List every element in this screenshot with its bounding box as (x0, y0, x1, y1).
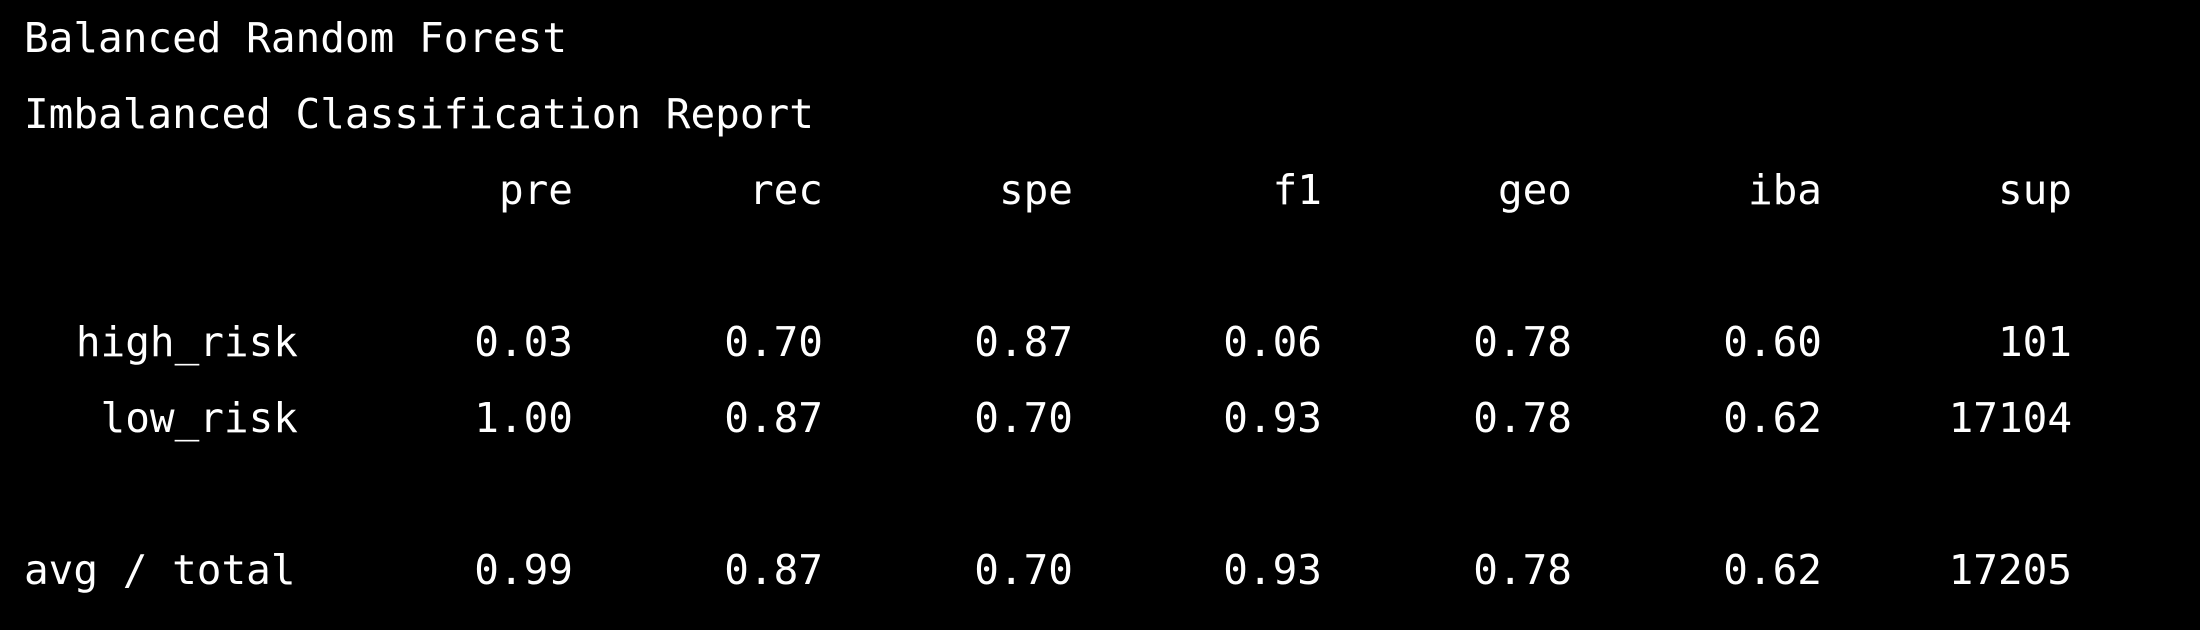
value-sup: 101 (1997, 318, 2072, 366)
row-label: low_risk (100, 394, 298, 442)
value-rec: 0.87 (724, 394, 823, 442)
value-pre: 0.99 (474, 546, 573, 594)
header-spe: spe (998, 166, 1073, 214)
report-row-total: avg / total 0.99 0.87 0.70 0.93 0.78 0.6… (0, 532, 2200, 608)
value-iba: 0.60 (1723, 318, 1822, 366)
model-title: Balanced Random Forest (24, 14, 568, 62)
value-rec: 0.87 (724, 546, 823, 594)
row-label: avg / total (24, 546, 296, 594)
value-spe: 0.70 (974, 546, 1073, 594)
value-iba: 0.62 (1723, 394, 1822, 442)
header-iba: iba (1747, 166, 1822, 214)
header-sup: sup (1997, 166, 2072, 214)
value-geo: 0.78 (1473, 546, 1572, 594)
value-rec: 0.70 (724, 318, 823, 366)
header-f1: f1 (1272, 166, 1322, 214)
value-f1: 0.93 (1223, 546, 1322, 594)
header-geo: geo (1497, 166, 1572, 214)
value-pre: 1.00 (474, 394, 573, 442)
value-spe: 0.87 (974, 318, 1073, 366)
terminal-output: Balanced Random Forest Imbalanced Classi… (0, 0, 2200, 630)
value-pre: 0.03 (474, 318, 573, 366)
value-geo: 0.78 (1473, 318, 1572, 366)
report-row-low-risk: low_risk 1.00 0.87 0.70 0.93 0.78 0.62 1… (0, 380, 2200, 456)
value-iba: 0.62 (1723, 546, 1822, 594)
value-sup: 17205 (1948, 546, 2072, 594)
header-pre: pre (498, 166, 573, 214)
value-spe: 0.70 (974, 394, 1073, 442)
row-label: high_risk (75, 318, 298, 366)
value-f1: 0.06 (1223, 318, 1322, 366)
report-row-high-risk: high_risk 0.03 0.70 0.87 0.06 0.78 0.60 … (0, 304, 2200, 380)
report-title: Imbalanced Classification Report (24, 90, 814, 138)
report-header-row: pre rec spe f1 geo iba sup (0, 152, 2200, 228)
value-geo: 0.78 (1473, 394, 1572, 442)
value-f1: 0.93 (1223, 394, 1322, 442)
header-rec: rec (748, 166, 823, 214)
value-sup: 17104 (1948, 394, 2072, 442)
